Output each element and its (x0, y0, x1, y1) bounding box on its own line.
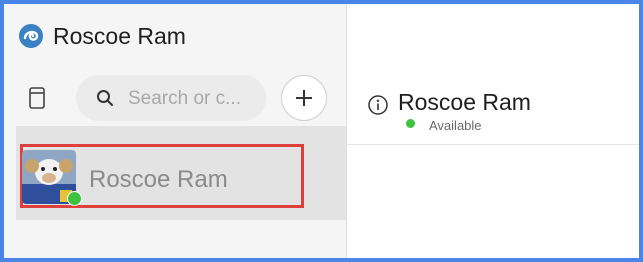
presence-online-indicator (67, 191, 82, 206)
info-icon[interactable] (367, 94, 389, 116)
app-header: Roscoe Ram (17, 22, 186, 50)
plus-icon (296, 90, 312, 106)
chat-header: Roscoe Ram Available (347, 4, 639, 145)
app-title: Roscoe Ram (53, 22, 186, 49)
search-input[interactable] (126, 86, 262, 112)
app-logo-icon (19, 24, 43, 48)
search-icon (97, 90, 113, 106)
compose-icon[interactable] (26, 86, 50, 110)
chat-title: Roscoe Ram (398, 89, 531, 115)
add-button[interactable] (281, 75, 327, 121)
contact-name: Roscoe Ram (89, 166, 228, 193)
status-dot (406, 119, 415, 128)
status-text: Available (429, 118, 482, 133)
search-box[interactable] (76, 75, 266, 121)
app-window: Roscoe Ram Search or c... Roscoe Ram Ros… (0, 0, 643, 262)
contact-list-item[interactable]: Roscoe Ram (16, 126, 346, 220)
sidebar: Roscoe Ram Search or c... Roscoe Ram (4, 4, 347, 258)
sidebar-toolbar (4, 72, 346, 124)
